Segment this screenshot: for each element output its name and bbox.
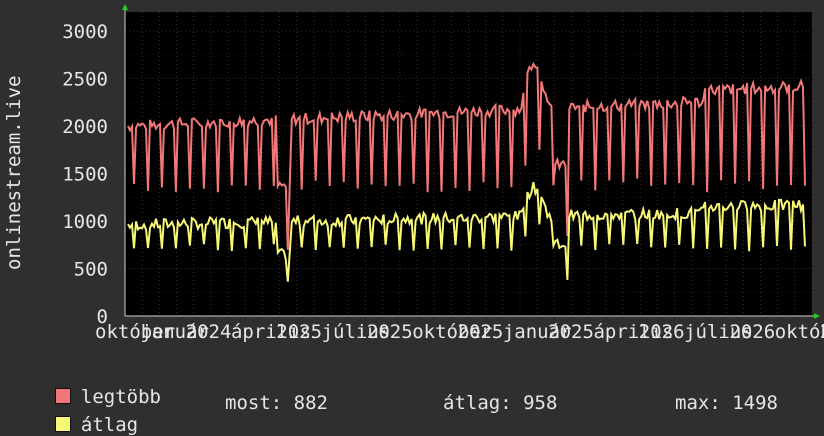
x-tick-label: 2026: [729, 321, 775, 343]
stat-atlag-label: átlag:: [443, 392, 512, 414]
y-ticks: 050010001500200025003000: [62, 21, 108, 328]
x-tick-label: 2025: [458, 321, 504, 343]
stat-atlag: átlag: 958: [443, 392, 557, 414]
x-tick-label: 2025: [276, 321, 322, 343]
x-tick-label: 2025: [367, 321, 413, 343]
y-tick-label: 2500: [62, 69, 108, 91]
x-ticks: októberjanuár2024 április2025 július2025 ok…: [95, 321, 824, 343]
stat-max-label: max:: [675, 392, 721, 414]
x-tick-label: október: [775, 321, 824, 343]
stat-max: max: 1498: [675, 392, 778, 414]
legend-atlag: átlag: [32, 392, 138, 436]
x-tick-label: 2026: [639, 321, 685, 343]
x-axis-arrow: [814, 313, 820, 319]
stat-most-label: most:: [225, 392, 283, 414]
legend-label-atlag: átlag: [80, 414, 139, 436]
stat-atlag-value: 958: [523, 392, 558, 414]
x-tick-label: 2024: [186, 321, 232, 343]
y-tick-label: 3000: [62, 21, 108, 43]
y-tick-label: 500: [74, 259, 108, 281]
y-tick-label: 1000: [62, 211, 108, 233]
y-axis-label: onlinestream.live: [3, 76, 25, 270]
y-tick-label: 2000: [62, 116, 108, 138]
y-axis-arrow: [122, 4, 128, 10]
stat-max-value: 1498: [732, 392, 778, 414]
x-tick-label: 2025: [548, 321, 594, 343]
x-tick-label: 2026: [820, 321, 824, 343]
stat-most: most: 882: [225, 392, 328, 414]
y-tick-label: 1500: [62, 164, 108, 186]
stat-most-value: 882: [293, 392, 328, 414]
